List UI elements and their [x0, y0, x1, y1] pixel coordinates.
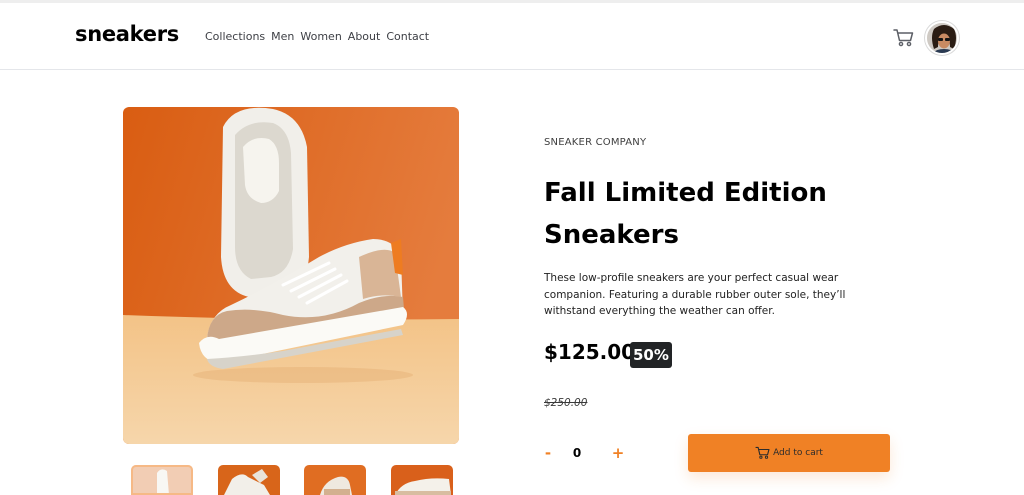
product-description: These low-profile sneakers are your perf… [544, 272, 846, 317]
site-header: sneakers Collections Men Women About Con… [0, 0, 1024, 70]
original-price: $250.00 [544, 397, 588, 409]
nav-about[interactable]: About [348, 30, 381, 43]
nav-collections[interactable]: Collections [205, 30, 265, 43]
quantity-increase-button[interactable]: + [608, 441, 628, 465]
add-to-cart-label: Add to cart [773, 448, 823, 458]
quantity-value: 0 [572, 446, 582, 460]
add-to-cart-button[interactable]: Add to cart [688, 434, 890, 472]
avatar[interactable] [925, 21, 959, 55]
thumbnail-2[interactable] [218, 465, 280, 495]
thumbnail-1[interactable] [131, 465, 193, 495]
company-name: SNEAKER COMPANY [544, 137, 647, 148]
product-title: Fall Limited Edition Sneakers [544, 178, 827, 250]
nav-contact[interactable]: Contact [386, 30, 429, 43]
nav-men[interactable]: Men [271, 30, 294, 43]
cart-icon[interactable] [893, 28, 915, 48]
logo[interactable]: sneakers [75, 22, 179, 46]
thumbnail-3[interactable] [304, 465, 366, 495]
nav-women[interactable]: Women [300, 30, 341, 43]
discount-badge: 50% [630, 342, 672, 368]
thumbnail-4[interactable] [391, 465, 453, 495]
cart-icon [755, 446, 771, 460]
product-main-image[interactable] [123, 107, 459, 444]
quantity-decrease-button[interactable]: - [538, 441, 558, 465]
current-price: $125.00 [544, 340, 636, 364]
main-nav: Collections Men Women About Contact [205, 30, 429, 43]
